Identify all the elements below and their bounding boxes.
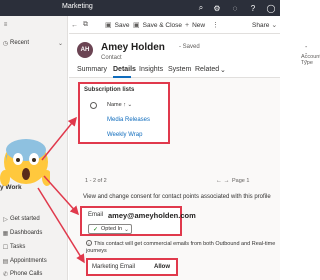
sidebar-item-label: Recent <box>10 40 30 46</box>
sidebar-item-tasks[interactable]: ☐ Tasks <box>0 240 68 254</box>
list-item[interactable]: Media Releases <box>107 117 150 123</box>
chevron-down-icon: ⌄ <box>271 22 278 29</box>
share-label: Share <box>252 21 270 29</box>
email-label: Email <box>88 212 104 218</box>
pager-arrows[interactable]: ← → <box>216 178 230 184</box>
select-all-radio[interactable] <box>90 102 97 109</box>
calendar-icon: ▤ <box>2 258 9 265</box>
sidebar-item-label: Appointments <box>10 258 47 264</box>
save-icon: ▣ <box>105 22 112 29</box>
info-message: i This contact will get commercial emails… <box>86 240 279 255</box>
tab-related[interactable]: Related <box>195 66 219 73</box>
marketing-email-consent: Marketing Email Allow <box>86 258 178 276</box>
tab-details[interactable]: Details <box>113 66 136 73</box>
popout-button[interactable]: ⧉ <box>83 19 91 31</box>
more-commands-button[interactable]: ⋮ <box>212 19 222 31</box>
pager-range: 1 - 2 of 2 <box>85 178 107 184</box>
chevron-down-icon: ⌄ <box>58 40 64 47</box>
sidebar-item-recent[interactable]: ◷ Recent ⌄ <box>0 36 68 50</box>
sidebar-item-label: Phone Calls <box>10 271 43 277</box>
consent-description: View and change consent for contact poin… <box>83 194 271 200</box>
info-icon: i <box>86 240 92 246</box>
new-button[interactable]: + New <box>185 19 205 31</box>
lightbulb-icon[interactable]: ◌ <box>230 3 240 13</box>
email-contact-point: Email amey@ameyholden.com ✓ Opted In ⌄ <box>80 206 196 236</box>
sidebar-item-dashboards[interactable]: ▦ Dashboards <box>0 226 68 240</box>
new-label: New <box>192 21 206 29</box>
pager-page: Page 1 <box>232 178 250 184</box>
consent-status-dropdown[interactable]: ✓ Opted In ⌄ <box>88 224 132 234</box>
sidebar-item-label: Tasks <box>10 244 26 250</box>
settings-icon[interactable]: ⚙ <box>212 3 222 13</box>
owner-label: Account Type <box>301 54 320 66</box>
subscription-lists-title: Subscription lists <box>84 87 135 93</box>
tab-system[interactable]: System <box>168 66 191 73</box>
sidebar-item-get-started[interactable]: ▷ Get started <box>0 212 68 226</box>
share-button[interactable]: Share ⌄ <box>252 19 277 31</box>
command-bar: ← ⧉ ▣ Save ▣ Save & Close + New ⋮ Share ⌄ <box>69 16 280 34</box>
search-icon[interactable]: ⌕ <box>196 3 206 13</box>
marketing-email-value[interactable]: Allow <box>154 264 170 270</box>
app-title: Marketing <box>62 3 93 10</box>
chevron-down-icon[interactable]: ⌄ <box>220 66 226 74</box>
tab-summary[interactable]: Summary <box>77 66 107 73</box>
plus-icon: + <box>185 21 190 29</box>
more-icon: ⋮ <box>212 22 219 29</box>
play-icon: ▷ <box>3 216 8 223</box>
sidebar-item-label: Get started <box>10 216 40 222</box>
save-close-button[interactable]: ▣ Save & Close <box>133 19 182 31</box>
popout-icon: ⧉ <box>83 21 88 28</box>
back-arrow-icon: ← <box>71 21 78 29</box>
phone-icon: ✆ <box>2 271 9 278</box>
avatar: AH <box>77 42 93 58</box>
sidebar-item-appointments[interactable]: ▤ Appointments <box>0 254 68 268</box>
chevron-down-icon: ⌄ <box>123 226 129 233</box>
consent-status: Opted In <box>101 226 123 232</box>
sidebar-item-phone-calls[interactable]: ✆ Phone Calls <box>0 267 68 280</box>
list-item[interactable]: Weekly Wrap <box>107 132 142 138</box>
name-column-header[interactable]: Name ↑ ⌄ <box>107 102 132 108</box>
save-close-icon: ▣ <box>133 22 140 29</box>
info-text: This contact will get commercial emails … <box>86 241 276 254</box>
dashboard-icon: ▦ <box>2 230 9 237</box>
hamburger-icon: ≡ <box>3 22 8 28</box>
marketing-email-label: Marketing Email <box>92 264 136 270</box>
sidebar-item-label: Dashboards <box>10 230 43 236</box>
record-header: AH Amey Holden - Saved Contact --- Accou… <box>69 34 320 66</box>
task-icon: ☐ <box>2 244 9 251</box>
sidebar-menu-button[interactable]: ≡ <box>0 18 68 32</box>
subscription-lists-card: Subscription lists Name ↑ ⌄ Media Releas… <box>78 82 170 144</box>
account-icon[interactable]: ◯ <box>266 3 276 13</box>
save-status: - Saved <box>179 44 200 50</box>
save-close-label: Save & Close <box>142 21 183 29</box>
help-icon[interactable]: ? <box>248 3 258 13</box>
save-label: Save <box>114 21 130 29</box>
tab-insights[interactable]: Insights <box>139 66 163 73</box>
email-value: amey@ameyholden.com <box>108 211 196 220</box>
back-button[interactable]: ← <box>71 19 81 31</box>
check-icon: ✓ <box>93 226 99 233</box>
screaming-face-emoji <box>0 139 50 186</box>
clock-icon: ◷ <box>2 40 9 47</box>
app-topbar: Marketing ⌕ ⚙ ◌ ? ◯ <box>0 0 280 16</box>
record-tabs: Summary Details Insights System Related … <box>69 64 280 78</box>
record-entity: Contact <box>101 55 122 61</box>
record-name: Amey Holden <box>101 42 165 53</box>
save-button[interactable]: ▣ Save <box>105 19 129 31</box>
